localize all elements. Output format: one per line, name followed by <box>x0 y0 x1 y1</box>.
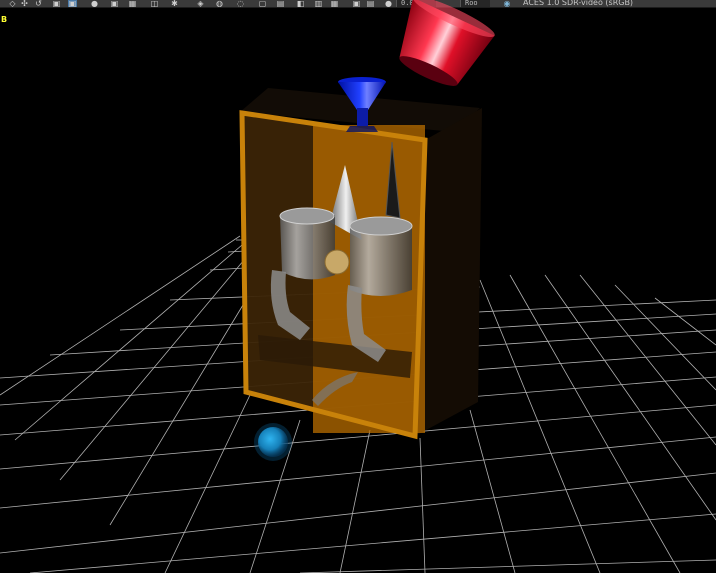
right-cylinder <box>350 225 412 296</box>
pivot-disc <box>324 249 350 275</box>
viewport-scene[interactable] <box>0 0 716 573</box>
red-cup[interactable] <box>385 0 498 96</box>
left-cylinder <box>280 215 335 280</box>
blue-ball[interactable] <box>254 423 292 461</box>
